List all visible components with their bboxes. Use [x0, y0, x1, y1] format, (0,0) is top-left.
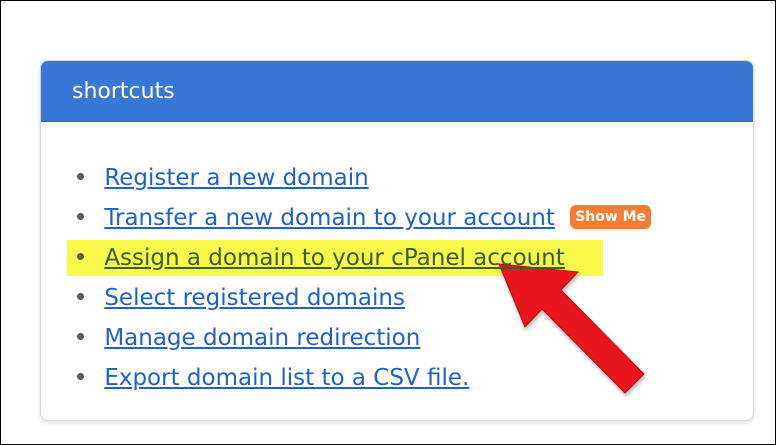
shortcuts-panel: shortcuts Register a new domain Transfer…	[40, 60, 754, 421]
list-item-content: Manage domain redirection	[104, 318, 420, 358]
bullet-icon	[77, 293, 84, 300]
manage-domain-redirection-link[interactable]: Manage domain redirection	[104, 325, 420, 351]
bullet-icon	[77, 173, 84, 180]
shortcut-list: Register a new domain Transfer a new dom…	[67, 158, 753, 398]
assign-domain-link[interactable]: Assign a domain to your cPanel account	[104, 245, 565, 271]
list-item: Export domain list to a CSV file.	[77, 358, 753, 398]
select-registered-domains-link[interactable]: Select registered domains	[104, 285, 405, 311]
list-item-highlighted: Assign a domain to your cPanel account	[67, 238, 753, 278]
export-domain-list-link[interactable]: Export domain list to a CSV file.	[104, 365, 469, 391]
list-item: Transfer a new domain to your account Sh…	[77, 198, 753, 238]
list-item-content: Register a new domain	[104, 158, 368, 198]
bullet-icon	[77, 333, 84, 340]
panel-header: shortcuts	[41, 61, 753, 122]
list-item-content: Transfer a new domain to your account Sh…	[104, 198, 652, 238]
show-me-badge[interactable]: Show Me	[570, 204, 652, 229]
list-item-content: Export domain list to a CSV file.	[104, 358, 469, 398]
list-item: Register a new domain	[77, 158, 753, 198]
bullet-icon	[77, 253, 84, 260]
bullet-icon	[77, 373, 84, 380]
list-item: Select registered domains	[77, 278, 753, 318]
transfer-domain-link[interactable]: Transfer a new domain to your account	[104, 205, 555, 231]
panel-body: Register a new domain Transfer a new dom…	[41, 122, 753, 398]
register-domain-link[interactable]: Register a new domain	[104, 165, 368, 191]
list-item-content: Select registered domains	[104, 278, 405, 318]
panel-title: shortcuts	[72, 79, 175, 104]
list-item-content: Assign a domain to your cPanel account	[104, 238, 565, 278]
bullet-icon	[77, 213, 84, 220]
list-item: Manage domain redirection	[77, 318, 753, 358]
screenshot-frame: shortcuts Register a new domain Transfer…	[0, 0, 776, 445]
